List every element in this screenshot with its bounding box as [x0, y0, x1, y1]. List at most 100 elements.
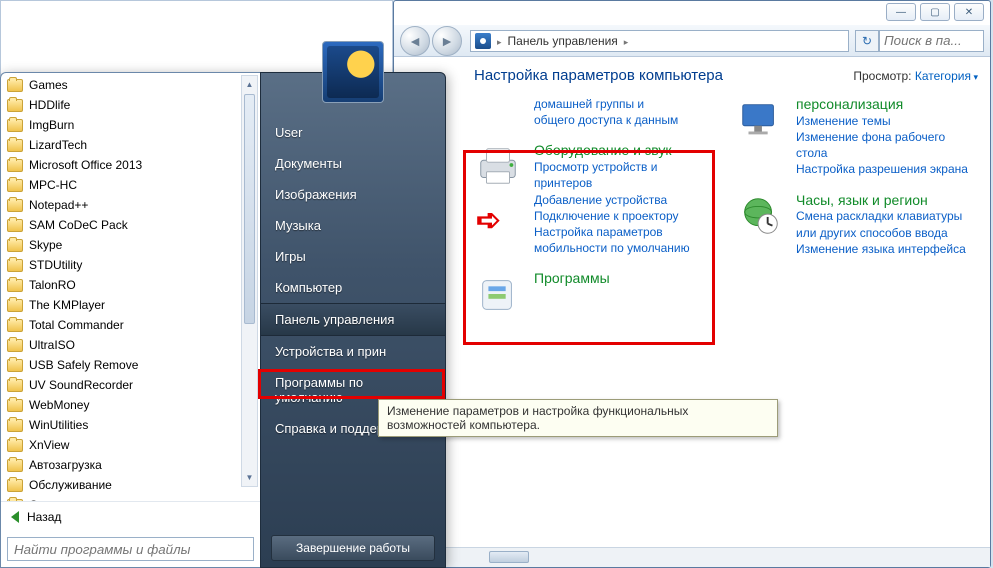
breadcrumb-control-panel[interactable]: Панель управления — [508, 34, 618, 48]
folder-label: LizardTech — [29, 138, 87, 152]
link-resolution[interactable]: Настройка разрешения экрана — [796, 161, 978, 177]
folder-icon — [7, 199, 23, 212]
nav-forward-button[interactable]: ► — [432, 26, 462, 56]
shutdown-button[interactable]: Завершение работы — [271, 535, 435, 561]
menu-item-user[interactable]: User — [261, 117, 445, 148]
folder-icon — [7, 179, 23, 192]
category-personalization-title[interactable]: персонализация — [796, 96, 978, 113]
toolbar: ◄ ► Панель управления ↻ — [394, 25, 990, 57]
program-folder-item[interactable]: Microsoft Office 2013 — [1, 155, 260, 175]
annotation-box-hardware — [463, 150, 715, 345]
link-keyboard-layout[interactable]: Смена раскладки клавиатуры или других сп… — [796, 208, 978, 240]
link-homegroup-2[interactable]: общего доступа к данным — [534, 112, 716, 128]
program-folder-item[interactable]: XnView — [1, 435, 260, 455]
folder-label: UV SoundRecorder — [29, 378, 133, 392]
folder-label: HDDlife — [29, 98, 70, 112]
refresh-button[interactable]: ↻ — [855, 30, 879, 52]
menu-item-control-panel[interactable]: Панель управления — [261, 303, 445, 336]
program-folder-item[interactable]: Games — [1, 75, 260, 95]
scroll-up-arrow[interactable]: ▲ — [242, 76, 257, 93]
program-folder-item[interactable]: MPC-HC — [1, 175, 260, 195]
start-search-input[interactable] — [7, 537, 254, 561]
folder-label: XnView — [29, 438, 69, 452]
annotation-box-control-panel-item — [258, 369, 445, 399]
folder-icon — [7, 79, 23, 92]
category-clock-title[interactable]: Часы, язык и регион — [796, 192, 978, 209]
folder-label: Microsoft Office 2013 — [29, 158, 142, 172]
program-folder-item[interactable]: ImgBurn — [1, 115, 260, 135]
breadcrumb-sep — [497, 34, 502, 48]
folder-icon — [7, 359, 23, 372]
menu-item-computer[interactable]: Компьютер — [261, 272, 445, 303]
folder-label: Автозагрузка — [29, 458, 102, 472]
globe-clock-icon — [736, 192, 784, 240]
appearance-icon — [736, 96, 784, 144]
start-menu-right-pane: User Документы Изображения Музыка Игры К… — [260, 72, 446, 568]
back-arrow-icon — [11, 511, 19, 523]
close-button[interactable]: ✕ — [954, 3, 984, 21]
page-title: Настройка параметров компьютера — [474, 67, 723, 84]
program-folder-item[interactable]: SAM CoDeC Pack — [1, 215, 260, 235]
nav-back-button[interactable]: ◄ — [400, 26, 430, 56]
program-folder-item[interactable]: Total Commander — [1, 315, 260, 335]
menu-item-devices[interactable]: Устройства и прин — [261, 336, 445, 367]
maximize-button[interactable]: ▢ — [920, 3, 950, 21]
folder-icon — [7, 139, 23, 152]
folder-label: Skype — [29, 238, 62, 252]
view-value-link[interactable]: Категория — [915, 69, 978, 83]
scroll-down-arrow[interactable]: ▼ — [242, 469, 257, 486]
program-folder-item[interactable]: Skype — [1, 235, 260, 255]
start-menu-left-pane: Games HDDlife ImgBurn LizardTech Microsoft O… — [0, 72, 260, 568]
user-avatar[interactable] — [322, 41, 384, 103]
program-folder-item[interactable]: TalonRO — [1, 275, 260, 295]
menu-item-music[interactable]: Музыка — [261, 210, 445, 241]
folder-label: SAM CoDeC Pack — [29, 218, 128, 232]
program-folder-item[interactable]: UV SoundRecorder — [1, 375, 260, 395]
program-folder-item[interactable]: Обслуживание — [1, 475, 260, 495]
program-folder-item[interactable]: LizardTech — [1, 135, 260, 155]
program-folder-item[interactable]: WebMoney — [1, 395, 260, 415]
address-bar[interactable]: Панель управления — [470, 30, 849, 52]
menu-item-games[interactable]: Игры — [261, 241, 445, 272]
folder-icon — [7, 119, 23, 132]
program-folder-item[interactable]: HDDlife — [1, 95, 260, 115]
vertical-scrollbar[interactable]: ▲ ▼ — [241, 75, 258, 487]
back-button[interactable]: Назад — [1, 501, 260, 531]
folder-icon — [7, 239, 23, 252]
program-folder-item[interactable]: Автозагрузка — [1, 455, 260, 475]
folder-icon — [7, 219, 23, 232]
minimize-button[interactable]: — — [886, 3, 916, 21]
link-change-theme[interactable]: Изменение темы — [796, 113, 978, 129]
program-folder-item[interactable]: STDUtility — [1, 255, 260, 275]
scrollbar-thumb[interactable] — [489, 551, 529, 563]
program-folder-item[interactable]: UltraISO — [1, 335, 260, 355]
horizontal-scrollbar[interactable] — [394, 547, 990, 567]
program-folder-list[interactable]: Games HDDlife ImgBurn LizardTech Microsoft O… — [1, 73, 260, 501]
link-change-wallpaper[interactable]: Изменение фона рабочего стола — [796, 129, 978, 161]
program-folder-item[interactable]: USB Safely Remove — [1, 355, 260, 375]
folder-label: WinUtilities — [29, 418, 88, 432]
folder-icon — [7, 339, 23, 352]
program-folder-item[interactable]: The KMPlayer — [1, 295, 260, 315]
folder-label: Обслуживание — [29, 478, 112, 492]
folder-label: ImgBurn — [29, 118, 74, 132]
menu-item-documents[interactable]: Документы — [261, 148, 445, 179]
link-change-language[interactable]: Изменение языка интерфейса — [796, 241, 978, 257]
menu-item-images[interactable]: Изображения — [261, 179, 445, 210]
search-input[interactable] — [879, 30, 984, 52]
scrollbar-thumb[interactable] — [244, 94, 255, 324]
folder-icon — [7, 159, 23, 172]
window-titlebar-buttons: — ▢ ✕ — [886, 3, 984, 21]
tooltip-control-panel: Изменение параметров и настройка функцио… — [378, 399, 778, 437]
folder-icon — [7, 419, 23, 432]
program-folder-item[interactable]: Notepad++ — [1, 195, 260, 215]
program-folder-item[interactable]: WinUtilities — [1, 415, 260, 435]
folder-icon — [7, 259, 23, 272]
link-homegroup-1[interactable]: домашней группы и — [534, 96, 716, 112]
folder-icon — [7, 459, 23, 472]
category-personalization-fragment: персонализация Изменение темы Изменение … — [736, 96, 978, 178]
folder-label: UltraISO — [29, 338, 75, 352]
folder-icon — [7, 439, 23, 452]
folder-label: USB Safely Remove — [29, 358, 138, 372]
folder-icon — [7, 319, 23, 332]
